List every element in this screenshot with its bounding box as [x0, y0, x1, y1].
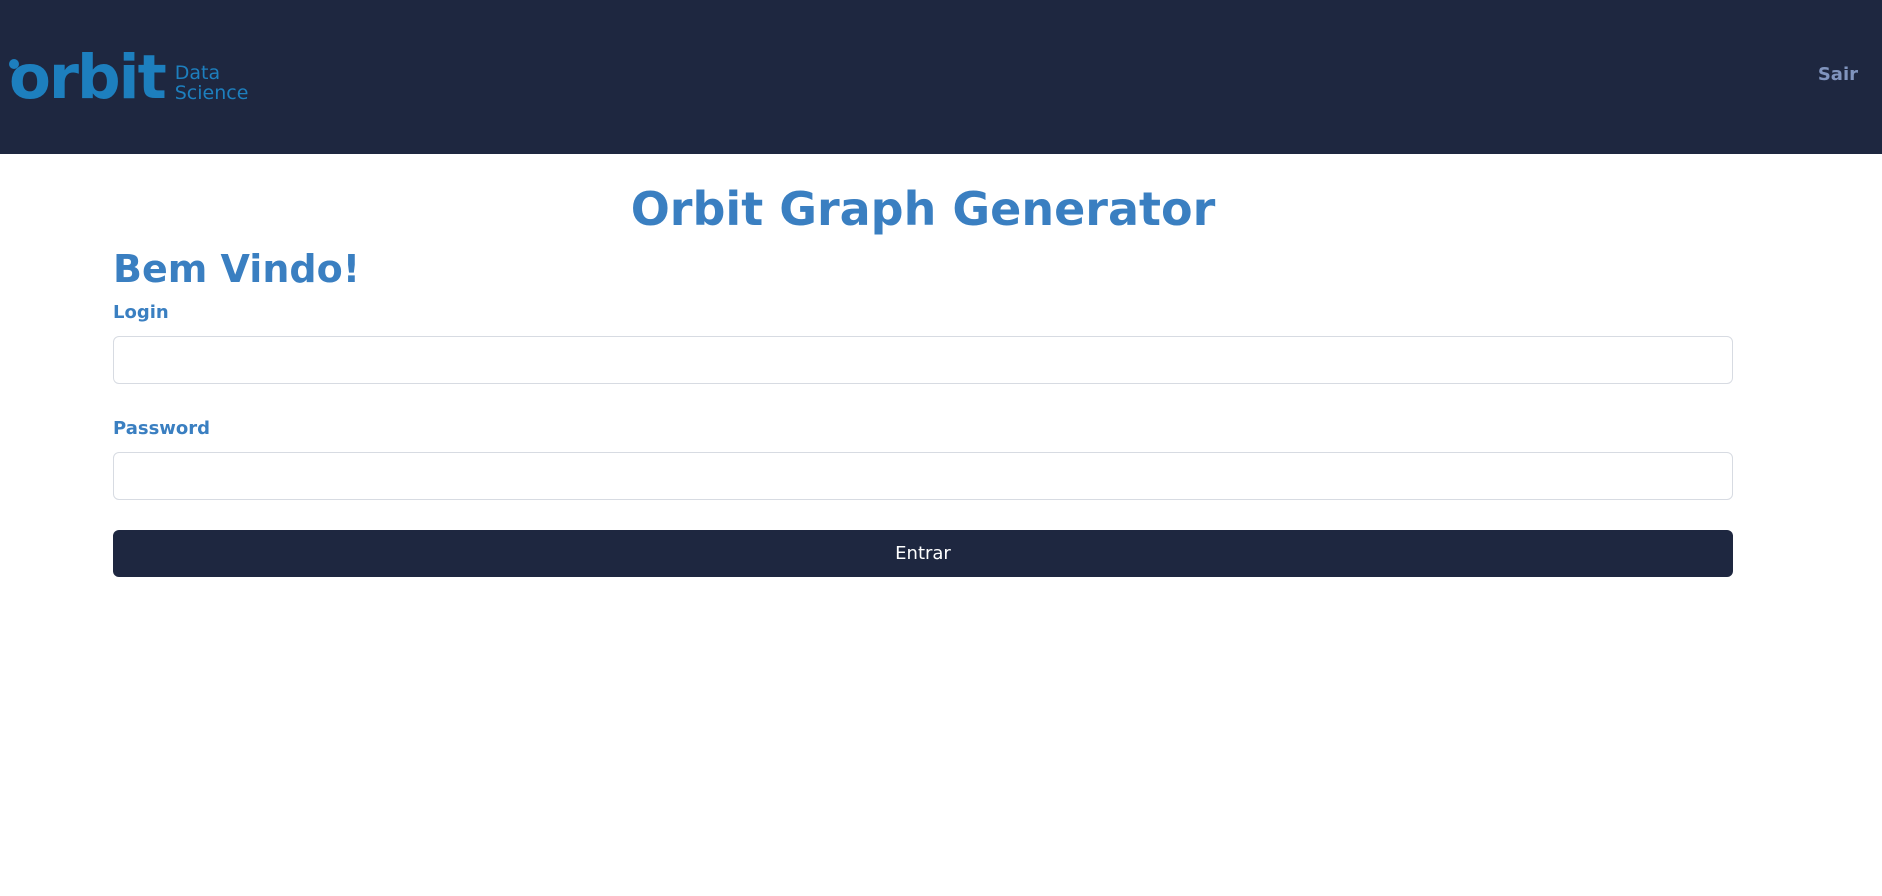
- logo-dot-icon: [9, 59, 19, 69]
- login-form-container: Orbit Graph Generator Bem Vindo! Login P…: [113, 154, 1733, 577]
- page-title: Orbit Graph Generator: [630, 182, 1216, 236]
- submit-button[interactable]: Entrar: [113, 530, 1733, 577]
- logo-wordmark-text: orbit: [9, 42, 167, 113]
- logo-wordmark: orbit: [9, 47, 167, 108]
- logo-subtitle-line1: Data: [174, 62, 221, 84]
- logo-subtitle: Data Science: [175, 63, 249, 103]
- password-input[interactable]: [113, 452, 1733, 500]
- logo-subtitle-line2: Science: [174, 82, 249, 104]
- orbit-logo[interactable]: orbit Data Science: [9, 47, 249, 108]
- login-input[interactable]: [113, 336, 1733, 384]
- password-label: Password: [113, 418, 211, 439]
- logout-link[interactable]: Sair: [1818, 64, 1858, 85]
- login-label: Login: [113, 302, 169, 323]
- welcome-heading: Bem Vindo!: [113, 247, 361, 291]
- top-navbar: orbit Data Science Sair: [0, 0, 1882, 154]
